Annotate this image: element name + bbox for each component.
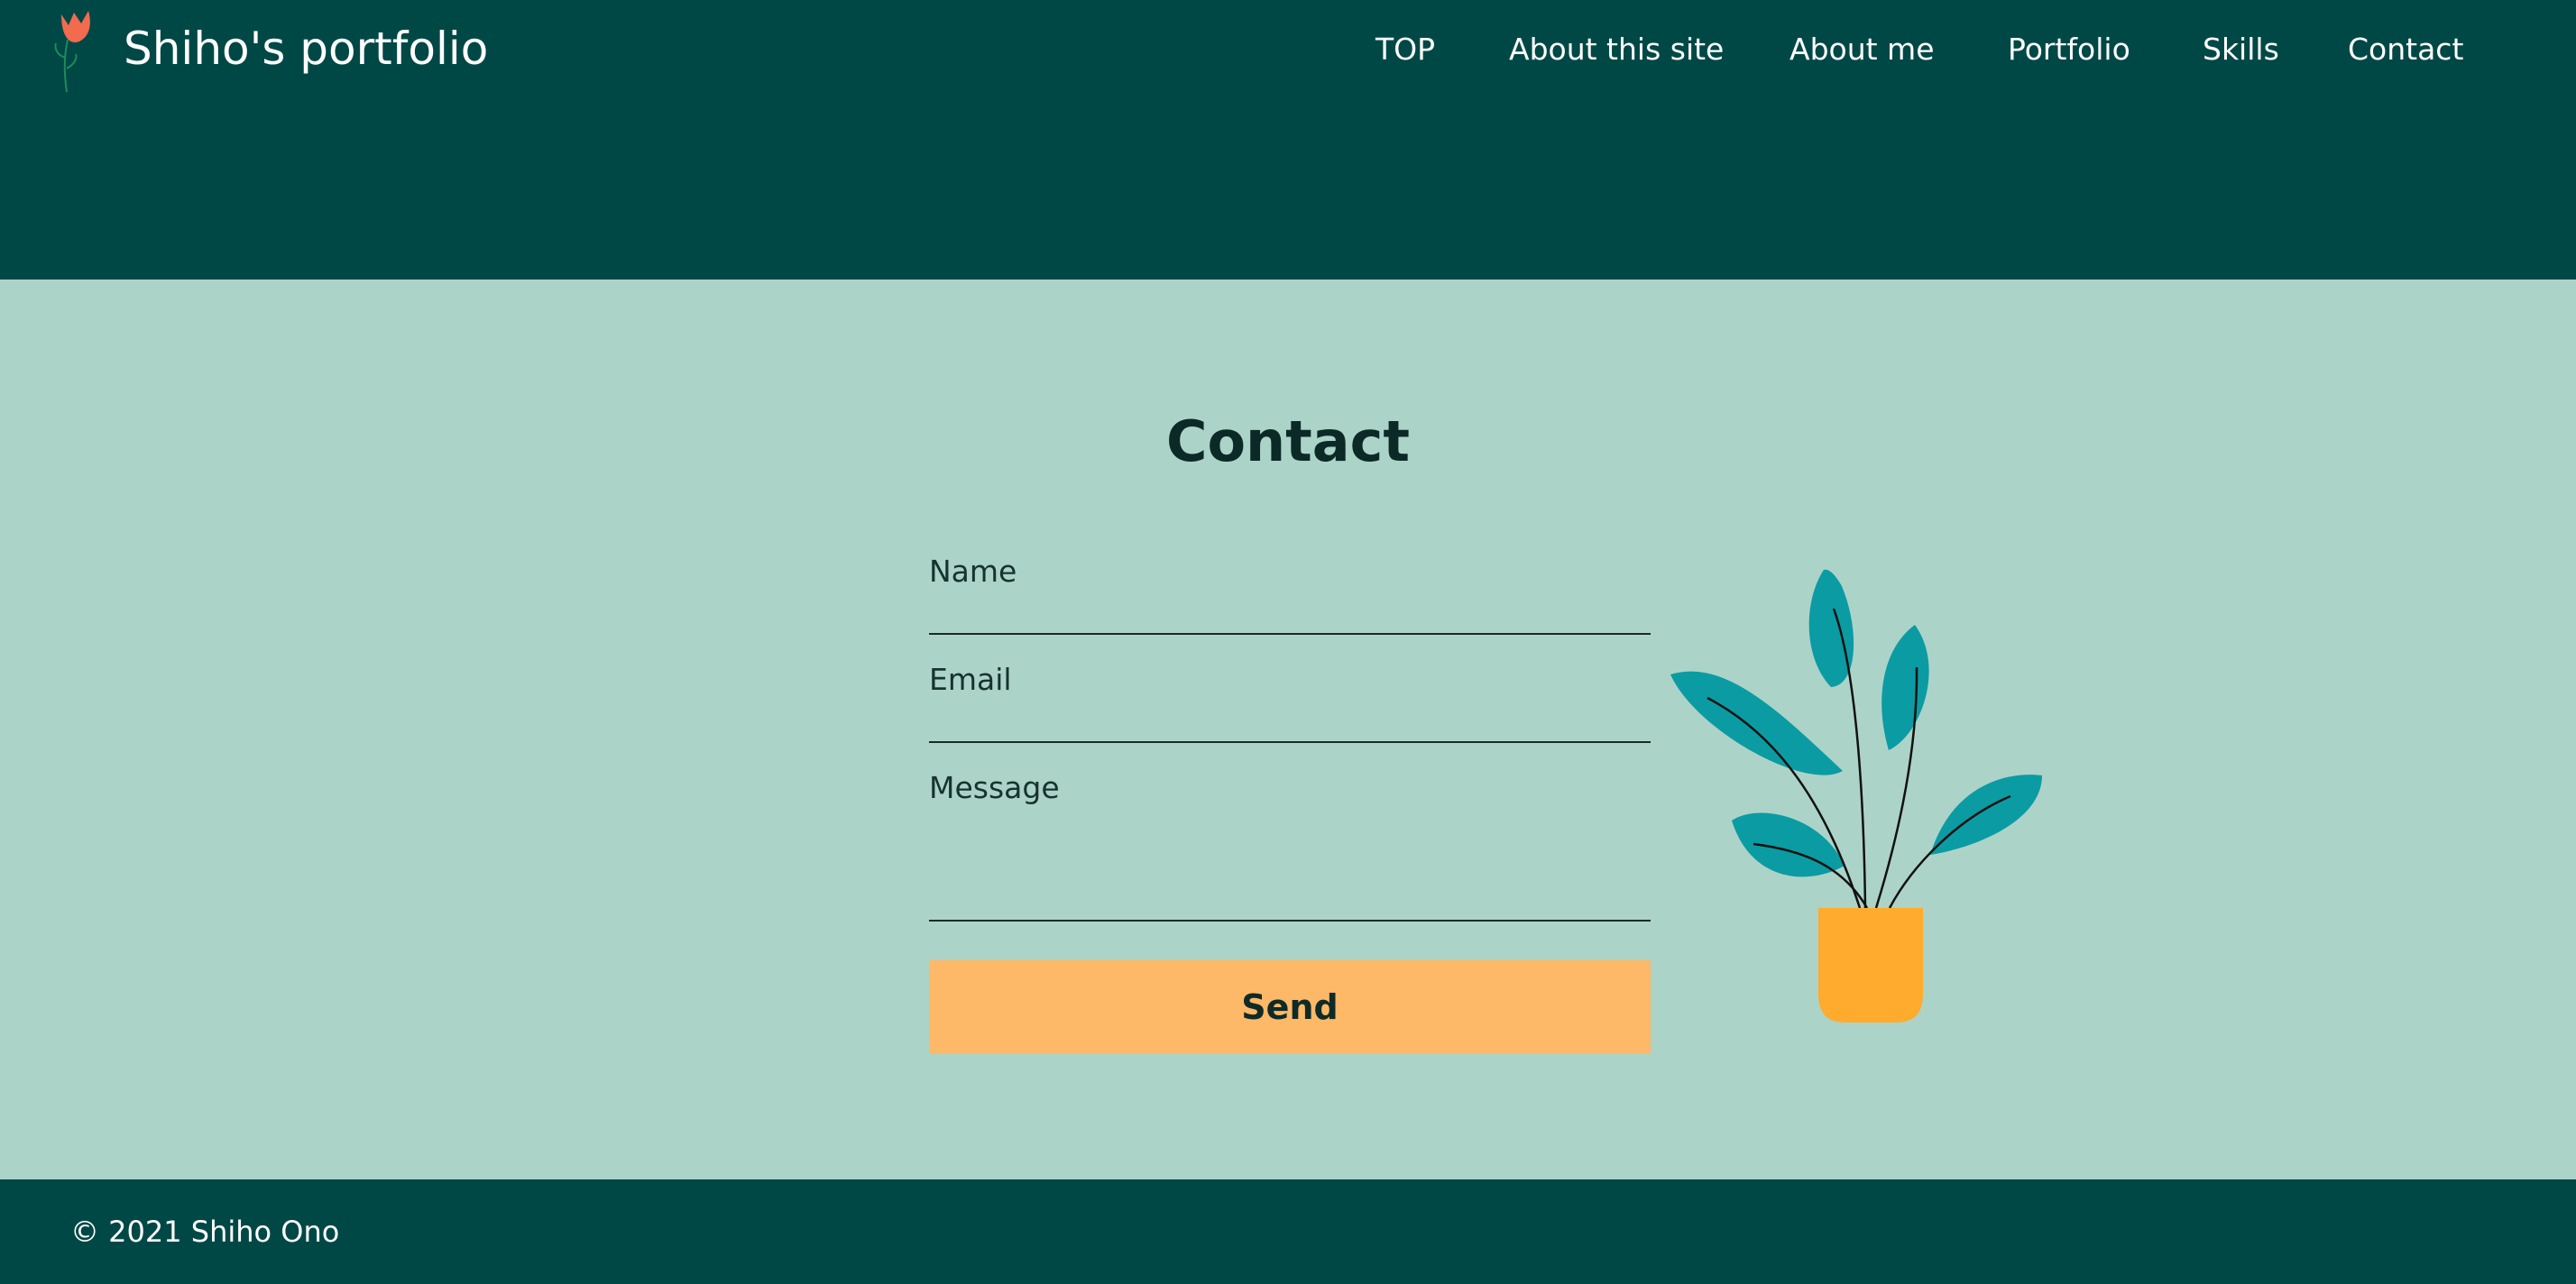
nav-item-about-site[interactable]: About this site	[1509, 29, 1724, 70]
site-header: Shiho's portfolio TOP About this site Ab…	[0, 0, 2576, 280]
name-placeholder: Name	[929, 554, 1017, 589]
message-placeholder: Message	[929, 770, 1060, 805]
site-footer: © 2021 Shiho Ono	[0, 1179, 2576, 1284]
contact-heading: Contact	[1165, 408, 1411, 474]
nav-item-contact[interactable]: Contact	[2348, 29, 2463, 70]
copyright-text: © 2021 Shiho Ono	[70, 1215, 340, 1249]
send-button[interactable]: Send	[929, 960, 1651, 1054]
contact-section: Contact Name Email Message Send	[0, 280, 2576, 1179]
name-field[interactable]: Name	[929, 552, 1651, 635]
email-field[interactable]: Email	[929, 660, 1651, 743]
nav-item-skills[interactable]: Skills	[2203, 29, 2279, 70]
site-title[interactable]: Shiho's portfolio	[124, 20, 488, 78]
nav-item-portfolio[interactable]: Portfolio	[2008, 29, 2130, 70]
nav-item-about-me[interactable]: About me	[1789, 29, 1935, 70]
email-placeholder: Email	[929, 662, 1012, 697]
tulip-icon[interactable]	[43, 4, 97, 94]
nav-item-top[interactable]: TOP	[1375, 29, 1435, 70]
message-field[interactable]: Message	[929, 768, 1651, 922]
potted-plant-icon	[1670, 569, 2042, 1023]
